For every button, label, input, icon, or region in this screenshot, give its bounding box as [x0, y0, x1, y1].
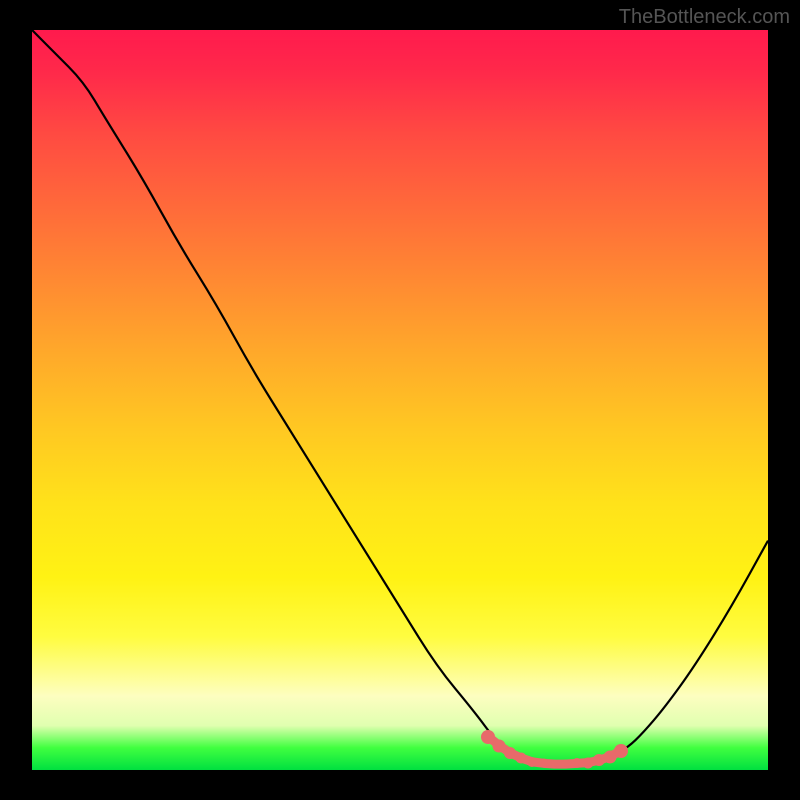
watermark-text: TheBottleneck.com	[619, 6, 790, 29]
marker-dot	[551, 760, 559, 768]
marker-dot	[504, 747, 516, 759]
markers-layer	[32, 30, 768, 770]
plot-area	[32, 30, 768, 770]
chart-wrapper: TheBottleneck.com	[0, 0, 800, 800]
marker-dot	[516, 753, 527, 764]
marker-dot	[572, 758, 582, 768]
marker-dot	[614, 744, 628, 758]
marker-dot	[561, 760, 570, 769]
marker-dot	[527, 757, 537, 767]
marker-dot	[582, 757, 593, 768]
marker-dot	[539, 759, 548, 768]
